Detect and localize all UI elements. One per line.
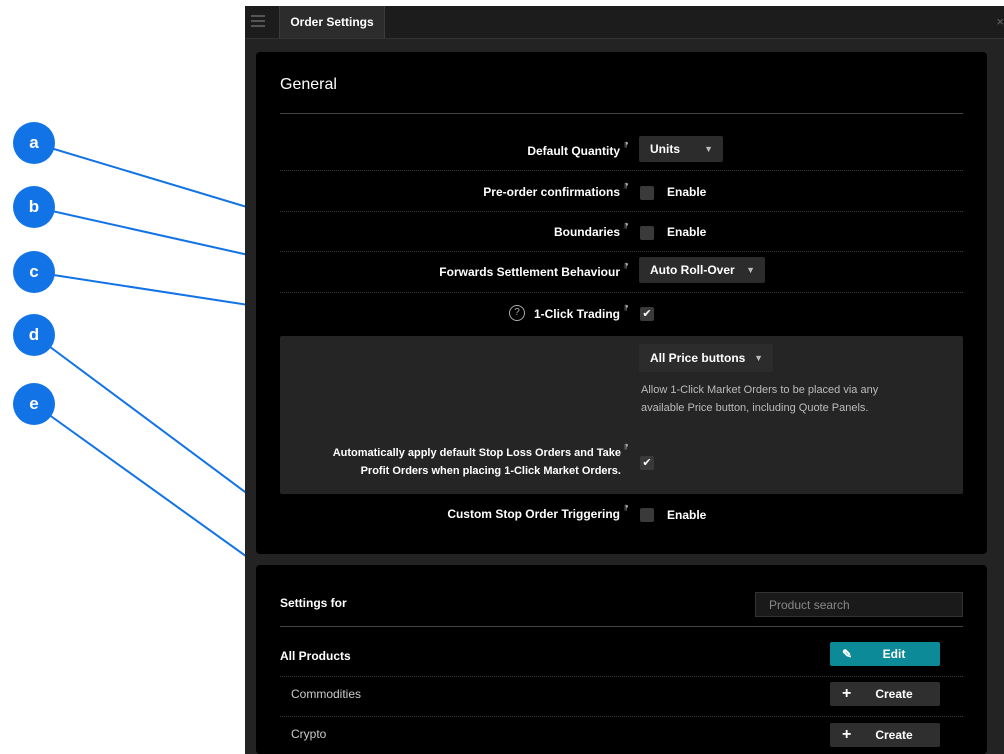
annotation-badge-e: e xyxy=(13,383,55,425)
flag-icon: ⁋ xyxy=(624,305,629,312)
boundaries-enable-label: Enable xyxy=(667,225,707,239)
annotation-badge-c: c xyxy=(13,251,55,293)
price-buttons-dropdown[interactable]: All Price buttons ▼ xyxy=(639,344,773,372)
row-label-commodities: Commodities xyxy=(291,687,362,701)
settings-for-title: Settings for xyxy=(280,596,347,610)
chevron-down-icon: ▼ xyxy=(704,144,713,154)
row-separator xyxy=(280,716,963,717)
price-buttons-note-line2: available Price button, including Quote … xyxy=(641,402,869,414)
row-separator xyxy=(280,170,963,171)
close-icon[interactable]: × xyxy=(996,14,1004,29)
divider xyxy=(280,113,963,114)
chevron-down-icon: ▼ xyxy=(754,353,763,363)
boundaries-checkbox[interactable] xyxy=(640,226,654,240)
preorder-confirmations-checkbox[interactable] xyxy=(640,186,654,200)
forwards-settlement-value: Auto Roll-Over xyxy=(650,263,735,277)
auto-stop-loss-checkbox[interactable]: ✔ xyxy=(640,456,654,470)
annotation-badge-d: d xyxy=(13,314,55,356)
preorder-enable-label: Enable xyxy=(667,185,707,199)
flag-icon: ⁋ xyxy=(624,444,629,451)
flag-icon: ⁋ xyxy=(624,505,629,512)
row-separator xyxy=(280,251,963,252)
one-click-trading-checkbox[interactable]: ✔ xyxy=(640,307,654,321)
row-separator xyxy=(280,292,963,293)
custom-stop-enable-label: Enable xyxy=(667,508,707,522)
one-click-trading-label: 1-Click Trading xyxy=(533,307,620,321)
row-label-crypto: Crypto xyxy=(291,727,327,741)
tab-order-settings[interactable]: Order Settings xyxy=(279,6,385,38)
connector-e xyxy=(33,403,269,573)
edit-button-label: Edit xyxy=(882,647,906,661)
flag-icon: ⁋ xyxy=(624,223,629,230)
create-button-commodities[interactable]: + Create xyxy=(830,682,940,706)
row-separator xyxy=(280,676,963,677)
default-quantity-value: Units xyxy=(650,142,680,156)
tab-bar: Order Settings × xyxy=(245,6,1004,39)
plus-icon: + xyxy=(842,685,852,702)
custom-stop-triggering-label: Custom Stop Order Triggering xyxy=(447,507,620,521)
flag-icon: ⁋ xyxy=(624,263,629,270)
create-button-crypto[interactable]: + Create xyxy=(830,723,940,747)
price-buttons-note-line1: Allow 1-Click Market Orders to be placed… xyxy=(641,384,879,396)
row-separator xyxy=(280,211,963,212)
custom-stop-checkbox[interactable] xyxy=(640,508,654,522)
pencil-icon: ✎ xyxy=(842,647,853,661)
chevron-down-icon: ▼ xyxy=(746,265,755,275)
flag-icon: ⁋ xyxy=(624,183,629,190)
default-quantity-dropdown[interactable]: Units ▼ xyxy=(639,136,723,162)
general-title: General xyxy=(280,76,337,93)
connector-d xyxy=(33,334,273,513)
order-settings-window: Order Settings × General Default Quantit… xyxy=(245,6,1004,754)
general-panel: General Default Quantity ⁋ Units ▼ Pre-o… xyxy=(256,52,987,554)
annotation-badge-a: a xyxy=(13,122,55,164)
forwards-settlement-label: Forwards Settlement Behaviour xyxy=(439,265,620,279)
product-search-input[interactable] xyxy=(755,592,963,617)
create-button-label: Create xyxy=(875,728,913,742)
edit-button[interactable]: ✎ Edit xyxy=(830,642,940,666)
auto-stop-loss-label-line2: Profit Orders when placing 1-Click Marke… xyxy=(360,465,621,477)
row-label-all-products: All Products xyxy=(280,649,351,663)
preorder-confirmations-label: Pre-order confirmations xyxy=(483,185,620,199)
create-button-label: Create xyxy=(875,687,913,701)
plus-icon: + xyxy=(842,726,852,743)
help-icon[interactable]: ? xyxy=(509,305,525,321)
forwards-settlement-dropdown[interactable]: Auto Roll-Over ▼ xyxy=(639,257,765,283)
default-quantity-label: Default Quantity xyxy=(527,144,620,158)
flag-icon: ⁋ xyxy=(624,142,629,149)
boundaries-label: Boundaries xyxy=(553,225,620,239)
divider xyxy=(280,626,963,627)
auto-stop-loss-label-line1: Automatically apply default Stop Loss Or… xyxy=(332,447,621,459)
settings-for-panel: Settings for All Products ✎ Edit Commodi… xyxy=(256,565,987,754)
price-buttons-value: All Price buttons xyxy=(650,351,746,365)
one-click-options-box: All Price buttons ▼ Allow 1-Click Market… xyxy=(280,336,963,494)
annotation-badge-b: b xyxy=(13,186,55,228)
menu-icon[interactable] xyxy=(251,15,265,29)
